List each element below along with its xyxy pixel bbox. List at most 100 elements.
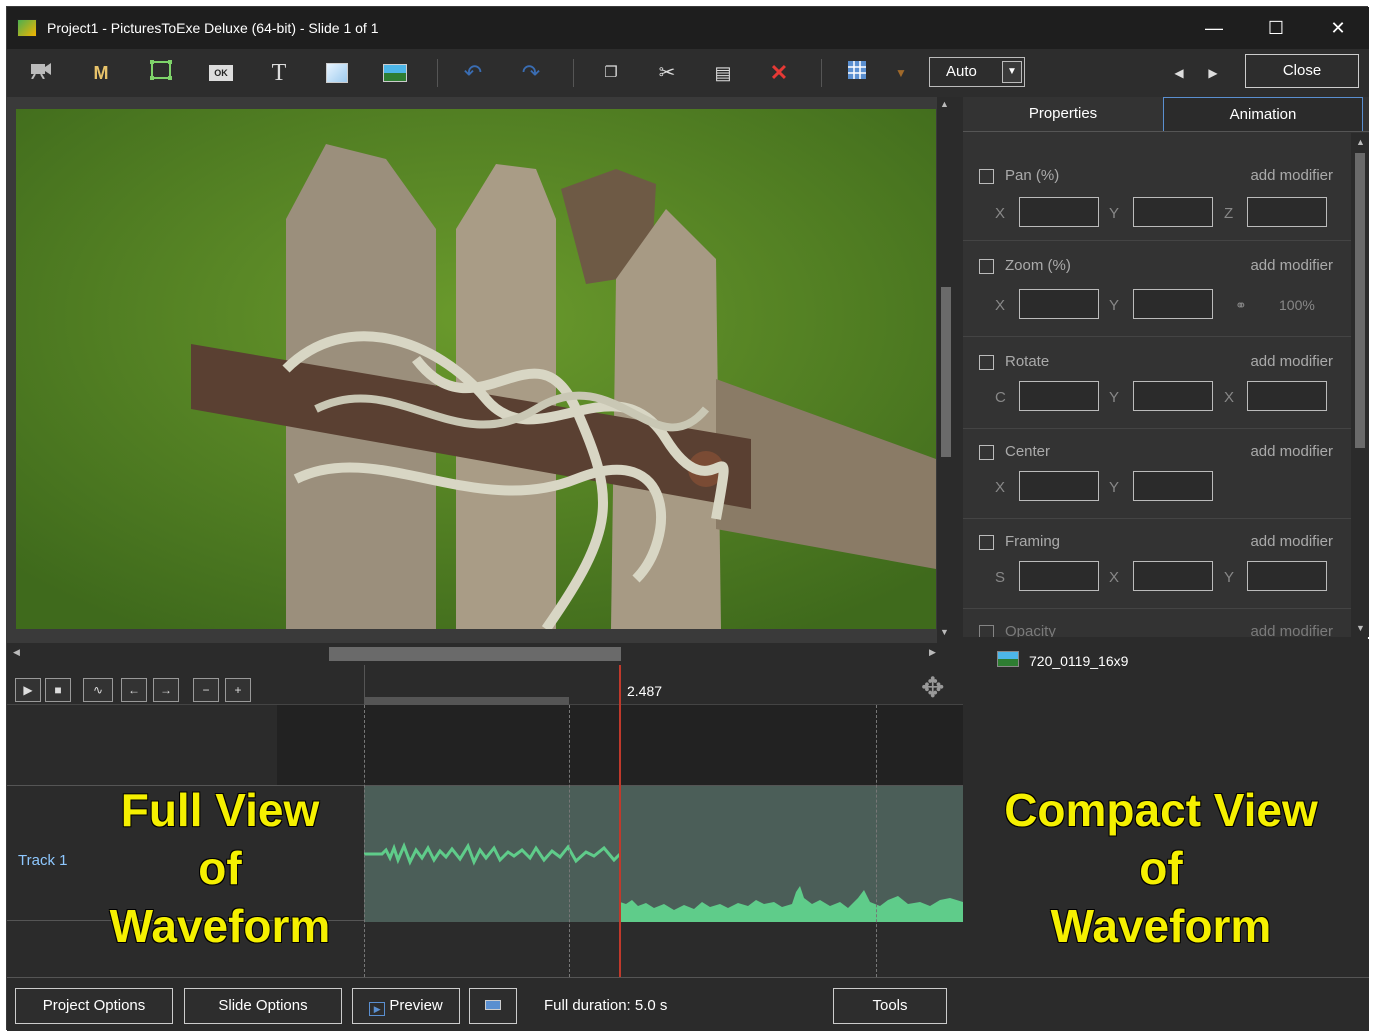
frame-icon[interactable] <box>147 59 175 87</box>
slide-image[interactable] <box>16 109 936 629</box>
waveform-icon[interactable]: ∿ <box>83 678 113 702</box>
preview-horizontal-scrollbar[interactable]: ◀ ▶ <box>7 643 953 663</box>
timeline-guide-line <box>876 705 877 977</box>
project-options-button[interactable]: Project Options <box>15 988 173 1024</box>
rotate-checkbox[interactable] <box>979 355 994 370</box>
framing-s-input[interactable] <box>1019 561 1099 591</box>
close-button[interactable]: Close <box>1245 54 1359 88</box>
next-slide-icon[interactable]: ▶ <box>1199 59 1227 87</box>
preview-vertical-scrollbar[interactable]: ▲ ▼ <box>937 97 953 649</box>
tab-animation[interactable]: Animation <box>1163 97 1363 131</box>
grid-icon[interactable] <box>843 59 871 87</box>
scrollbar-thumb[interactable] <box>941 287 951 457</box>
pan-z-label: Z <box>1224 205 1234 222</box>
rotate-c-input[interactable] <box>1019 381 1099 411</box>
compact-view-annotation: Compact View of Waveform <box>971 781 1351 955</box>
center-add-modifier[interactable]: add modifier <box>1250 443 1333 460</box>
copy-icon[interactable]: ❐ <box>597 59 625 87</box>
pan-add-modifier[interactable]: add modifier <box>1250 167 1333 184</box>
cut-icon[interactable]: ✂ <box>653 59 681 87</box>
app-icon <box>17 19 37 37</box>
pan-checkbox[interactable] <box>979 169 994 184</box>
scroll-down-icon[interactable]: ▼ <box>940 627 949 637</box>
opacity-checkbox[interactable] <box>979 625 994 637</box>
image-icon[interactable] <box>381 59 409 87</box>
undo-icon[interactable]: ↶ <box>459 59 487 87</box>
center-checkbox[interactable] <box>979 445 994 460</box>
framing-checkbox[interactable] <box>979 535 994 550</box>
scroll-right-icon[interactable]: ▶ <box>929 647 936 658</box>
close-window-icon[interactable]: ✕ <box>1307 7 1369 49</box>
stop-icon[interactable]: ■ <box>45 678 71 702</box>
opacity-add-modifier[interactable]: add modifier <box>1250 623 1333 637</box>
zoom-out-icon[interactable]: − <box>193 678 219 702</box>
preview-button[interactable]: ▶ Preview <box>352 988 460 1024</box>
zoom-y-input[interactable] <box>1133 289 1213 319</box>
link-icon[interactable]: ⚭ <box>1235 297 1247 314</box>
center-y-label: Y <box>1109 479 1120 496</box>
rotate-y-input[interactable] <box>1133 381 1213 411</box>
scroll-down-icon[interactable]: ▼ <box>1356 623 1365 633</box>
scroll-up-icon[interactable]: ▲ <box>1356 137 1365 147</box>
annotation-line: of <box>1139 842 1183 894</box>
bottom-bar: Project Options Slide Options ▶ Preview … <box>7 977 1369 1031</box>
pan-y-input[interactable] <box>1133 197 1213 227</box>
text-icon[interactable]: T <box>265 59 293 87</box>
scroll-up-icon[interactable]: ▲ <box>940 99 949 109</box>
rotate-c-label: C <box>995 389 1006 406</box>
playhead-cursor[interactable] <box>619 665 621 977</box>
delete-icon[interactable]: ✕ <box>765 59 793 87</box>
zoom-group: Zoom (%) add modifier X Y ⚭ 100% <box>963 241 1351 337</box>
previous-slide-icon[interactable]: ◀ <box>1165 59 1193 87</box>
image-object-icon <box>997 651 1019 667</box>
pan-x-input[interactable] <box>1019 197 1099 227</box>
slide-options-button[interactable]: Slide Options <box>184 988 342 1024</box>
framing-y-input[interactable] <box>1247 561 1327 591</box>
opacity-label: Opacity <box>1005 623 1056 637</box>
chevron-down-icon[interactable]: ▼ <box>1002 61 1022 83</box>
framing-x-input[interactable] <box>1133 561 1213 591</box>
zoom-add-modifier[interactable]: add modifier <box>1250 257 1333 274</box>
ok-button-icon[interactable]: OK <box>207 59 235 87</box>
redo-icon[interactable]: ↷ <box>517 59 545 87</box>
rotate-add-modifier[interactable]: add modifier <box>1250 353 1333 370</box>
rectangle-icon[interactable] <box>323 59 351 87</box>
center-x-input[interactable] <box>1019 471 1099 501</box>
full-duration-text: Full duration: 5.0 s <box>544 997 668 1014</box>
m-icon[interactable]: M <box>87 59 115 87</box>
paste-icon[interactable]: ▤ <box>709 59 737 87</box>
tools-button[interactable]: Tools <box>833 988 947 1024</box>
camera-icon[interactable] <box>27 59 55 87</box>
center-y-input[interactable] <box>1133 471 1213 501</box>
move-icon[interactable]: ✥ <box>921 671 944 704</box>
zoom-in-icon[interactable]: + <box>225 678 251 702</box>
arrow-left-icon[interactable]: ← <box>121 678 147 702</box>
scroll-left-icon[interactable]: ◀ <box>13 647 20 658</box>
annotation-line: Full View <box>120 784 320 836</box>
preview-label: Preview <box>389 997 443 1014</box>
object-list-item[interactable]: 720_0119_16x9 <box>1029 653 1128 669</box>
scrollbar-thumb[interactable] <box>1355 153 1365 448</box>
properties-panel: Properties Animation Pan (%) add modifie… <box>963 97 1369 637</box>
pan-z-input[interactable] <box>1247 197 1327 227</box>
tab-properties[interactable]: Properties <box>963 97 1163 131</box>
scrollbar-thumb[interactable] <box>329 647 621 661</box>
current-time-label: 2.487 <box>627 683 663 699</box>
play-icon[interactable]: ▶ <box>15 678 41 702</box>
properties-scrollbar[interactable]: ▲ ▼ <box>1351 133 1369 637</box>
zoom-checkbox[interactable] <box>979 259 994 274</box>
minimize-icon[interactable]: — <box>1183 7 1245 49</box>
zoom-select[interactable]: Auto ▼ <box>929 57 1025 87</box>
framing-add-modifier[interactable]: add modifier <box>1250 533 1333 550</box>
maximize-icon[interactable]: ☐ <box>1245 7 1307 49</box>
fullscreen-preview-button[interactable] <box>469 988 517 1024</box>
rotate-x-input[interactable] <box>1247 381 1327 411</box>
annotation-line: of <box>198 842 242 894</box>
toolbar: M OK T ↶ ↷ ❐ ✂ ▤ ✕ ▼ Auto ▼ ◀ ▶ Close <box>7 49 1369 97</box>
center-x-label: X <box>995 479 1006 496</box>
dropdown-icon[interactable]: ▼ <box>887 59 915 87</box>
track-label[interactable]: Track 1 <box>18 852 67 869</box>
zoom-x-input[interactable] <box>1019 289 1099 319</box>
audio-clip[interactable] <box>364 786 963 922</box>
arrow-right-icon[interactable]: → <box>153 678 179 702</box>
